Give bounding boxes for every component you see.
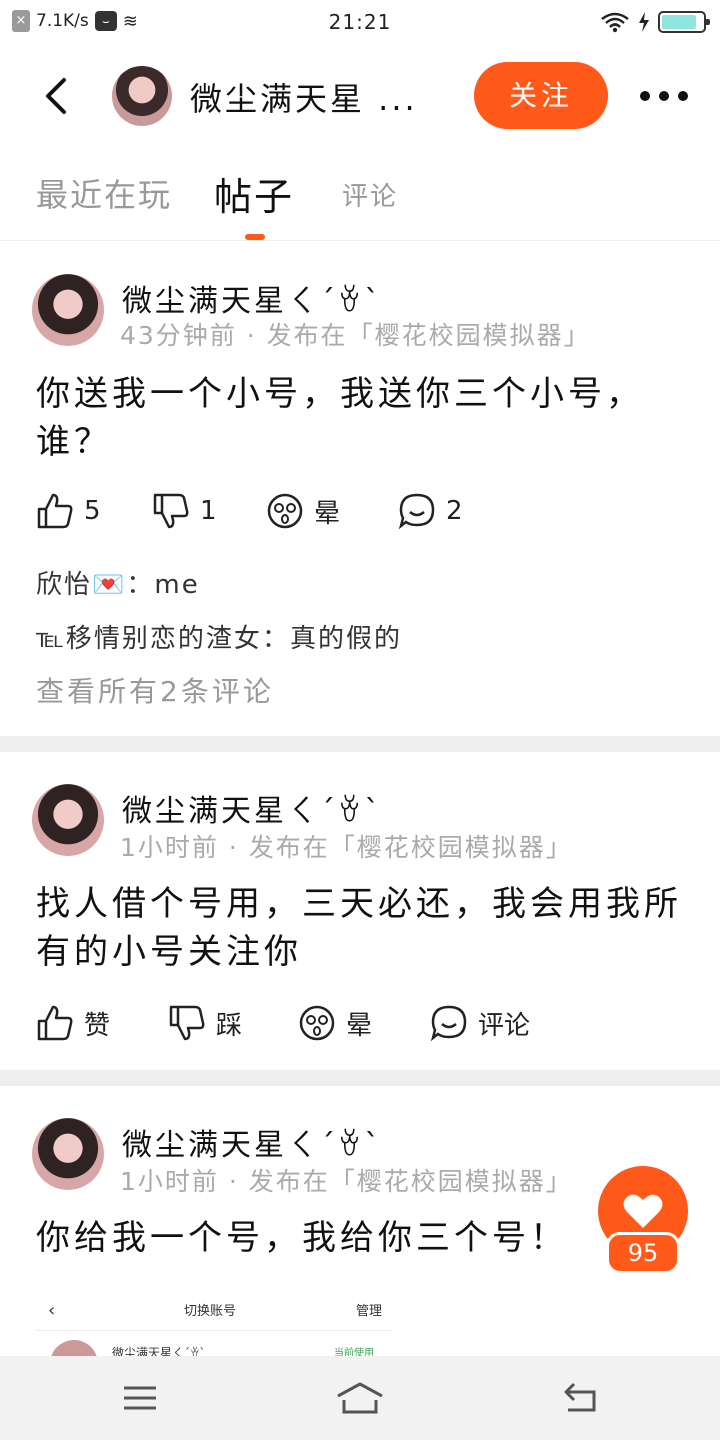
comment-user[interactable]: 欣怡💌 — [36, 570, 126, 600]
dizzy-face-icon — [299, 1005, 335, 1041]
dot — [659, 91, 669, 101]
tab-recently-played[interactable]: 最近在玩 — [36, 170, 172, 216]
comment-preview[interactable]: 欣怡💌：me — [36, 564, 200, 601]
post-card[interactable]: 微尘满天星ㄑ´ꈊ` 43分钟前 · 发布在「樱花校园模拟器」 你送我一个小号，我… — [0, 242, 720, 736]
like-button[interactable]: 5 — [36, 492, 101, 530]
post-text[interactable]: 找人借个号用，三天必还，我会用我所有的小号关注你 — [36, 880, 686, 976]
comment-button[interactable]: 2 — [398, 492, 463, 530]
thumbs-up-icon — [37, 493, 73, 529]
thumbs-down-icon — [153, 493, 189, 529]
dizzy-button[interactable]: 晕 — [298, 1004, 372, 1042]
active-tab-indicator — [245, 234, 265, 240]
comment-button[interactable]: 评论 — [430, 1004, 530, 1042]
avatar[interactable] — [112, 66, 172, 126]
tab-comments[interactable]: 评论 — [342, 176, 398, 213]
profile-tabs: 最近在玩 帖子 评论 — [0, 146, 720, 241]
dislike-button[interactable]: 踩 — [168, 1004, 242, 1042]
like-label: 赞 — [84, 1010, 111, 1041]
author-name[interactable]: 微尘满天星ㄑ´ꈊ` — [122, 786, 382, 830]
dizzy-button[interactable]: 晕 — [266, 492, 340, 530]
charging-icon — [639, 12, 649, 32]
post-meta: 43分钟前 · 发布在「樱花校园模拟器」 — [120, 321, 591, 350]
like-count: 5 — [84, 496, 101, 526]
author-avatar[interactable] — [32, 1118, 104, 1190]
dizzy-label: 晕 — [314, 498, 341, 529]
comment-bubble-icon — [430, 1005, 467, 1042]
dislike-count: 1 — [200, 496, 217, 526]
image-title: 切换账号 — [184, 1304, 237, 1319]
dislike-label: 踩 — [216, 1010, 243, 1041]
thumbs-down-icon — [169, 1005, 205, 1041]
image-manage-label: 管理 — [356, 1304, 383, 1319]
post-actions: 5 1 晕 2 — [36, 492, 696, 532]
dizzy-face-icon — [267, 493, 303, 529]
post-actions: 赞 踩 晕 评论 — [36, 1004, 696, 1044]
battery-cap — [706, 19, 710, 25]
post-text[interactable]: 你送我一个小号，我送你三个小号，谁？ — [36, 370, 686, 466]
author-name[interactable]: 微尘满天星ㄑ´ꈊ` — [122, 1120, 382, 1164]
author-name[interactable]: 微尘满天星ㄑ´ꈊ` — [122, 276, 382, 320]
comment-count: 2 — [446, 496, 463, 526]
divider — [36, 1330, 392, 1331]
status-right — [600, 11, 710, 33]
chevron-left-icon: ‹ — [48, 1300, 56, 1321]
wifi-icon — [601, 12, 629, 33]
post-image[interactable]: ‹ 切换账号 管理 微尘满天星ㄑ´ꈊ` 当前使用 — [36, 1290, 392, 1388]
back-icon[interactable] — [560, 1378, 600, 1418]
thumbs-up-icon — [37, 1005, 73, 1041]
see-all-comments-link[interactable]: 查看所有2条评论 — [36, 670, 274, 710]
comment-user[interactable]: ℡移情别恋的渣女 — [36, 624, 262, 654]
like-button[interactable]: 赞 — [36, 1004, 110, 1042]
dot — [640, 91, 650, 101]
status-bar: × 7.1K/s ⌣ ≋ 21:21 — [0, 0, 720, 46]
profile-header: 微尘满天星 ... 关注 — [0, 46, 720, 146]
battery-icon — [658, 11, 710, 33]
author-avatar[interactable] — [32, 784, 104, 856]
dot — [678, 91, 688, 101]
follow-button[interactable]: 关注 — [474, 62, 608, 129]
post-meta: 1小时前 · 发布在「樱花校园模拟器」 — [120, 1167, 573, 1196]
comment-label: 评论 — [478, 1010, 531, 1041]
author-avatar[interactable] — [32, 274, 104, 346]
post-card[interactable]: 微尘满天星ㄑ´ꈊ` 1小时前 · 发布在「樱花校园模拟器」 找人借个号用，三天必… — [0, 752, 720, 1070]
battery-fill — [662, 15, 696, 29]
comment-bubble-icon — [398, 493, 435, 530]
like-total-badge: 95 — [606, 1232, 680, 1274]
post-text[interactable]: 你给我一个号，我给你三个号！ — [36, 1214, 686, 1262]
chevron-left-icon[interactable] — [40, 76, 74, 116]
heart-icon — [623, 1194, 663, 1228]
post-meta: 1小时前 · 发布在「樱花校园模拟器」 — [120, 833, 573, 862]
comment-text: ：me — [126, 570, 200, 600]
dizzy-label: 晕 — [346, 1010, 373, 1041]
tab-posts[interactable]: 帖子 — [214, 166, 294, 221]
comment-text: ：真的假的 — [261, 624, 402, 654]
home-icon[interactable] — [336, 1378, 384, 1418]
dislike-button[interactable]: 1 — [152, 492, 217, 530]
menu-icon[interactable] — [120, 1378, 160, 1418]
post-separator — [0, 736, 720, 752]
comment-preview[interactable]: ℡移情别恋的渣女：真的假的 — [36, 618, 402, 655]
post-separator — [0, 1070, 720, 1086]
profile-username: 微尘满天星 ... — [190, 80, 418, 118]
more-horizontal-icon[interactable] — [640, 86, 688, 106]
system-nav-bar — [0, 1356, 720, 1440]
